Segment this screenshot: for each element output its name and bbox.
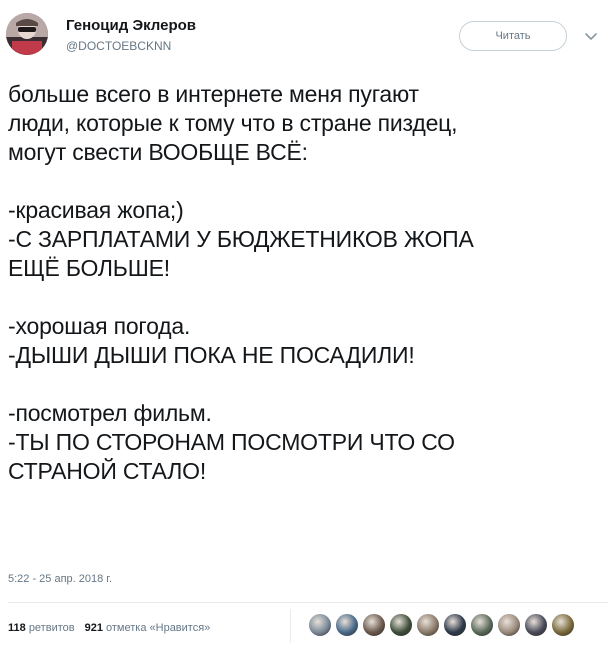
likes-stat[interactable]: 921 отметка «Нравится» <box>85 622 211 634</box>
follow-button[interactable]: Читать <box>459 21 567 51</box>
tweet-line: СТРАНОЙ СТАЛО! <box>8 458 207 484</box>
tweet-line: -посмотрел фильм. <box>8 400 212 426</box>
stats-divider <box>290 609 291 643</box>
liker-avatar[interactable] <box>497 613 521 637</box>
chevron-down-icon[interactable] <box>580 26 602 48</box>
tweet-line: -ДЫШИ ДЫШИ ПОКА НЕ ПОСАДИЛИ! <box>8 342 415 368</box>
liker-avatar[interactable] <box>416 613 440 637</box>
avatar[interactable] <box>6 13 48 55</box>
liker-avatar[interactable] <box>308 613 332 637</box>
tweet-line: могут свести ВООБЩЕ ВСЁ: <box>8 139 308 165</box>
tweet-line: -С ЗАРПЛАТАМИ У БЮДЖЕТНИКОВ ЖОПА <box>8 226 474 252</box>
tweet-line: -ТЫ ПО СТОРОНАМ ПОСМОТРИ ЧТО СО <box>8 429 455 455</box>
likes-label: отметка «Нравится» <box>106 622 211 634</box>
liker-avatar[interactable] <box>389 613 413 637</box>
tweet-stats: 118 ретвитов 921 отметка «Нравится» <box>8 622 210 634</box>
tweet-line-gap <box>8 167 614 196</box>
tweet-text: больше всего в интернете меня пугают люд… <box>8 80 614 486</box>
likes-count: 921 <box>84 622 103 634</box>
liker-avatar[interactable] <box>524 613 548 637</box>
liker-avatar[interactable] <box>335 613 359 637</box>
author-name[interactable]: Геноцид Эклеров <box>66 17 196 34</box>
divider <box>8 602 608 603</box>
liker-avatar[interactable] <box>443 613 467 637</box>
tweet-card: Геноцид Эклеров @DOCTOEBCKNN Читать боль… <box>0 0 616 650</box>
tweet-line: больше всего в интернете меня пугают <box>8 81 419 107</box>
avatar-image <box>6 13 48 55</box>
tweet-line-gap <box>8 283 614 312</box>
tweet-line: -хорошая погода. <box>8 313 191 339</box>
retweets-label: ретвитов <box>28 622 75 634</box>
tweet-line-gap <box>8 370 614 399</box>
liker-avatar[interactable] <box>362 613 386 637</box>
author-handle[interactable]: @DOCTOEBCKNN <box>66 39 171 53</box>
retweets-stat[interactable]: 118 ретвитов <box>8 622 75 634</box>
tweet-timestamp[interactable]: 5:22 - 25 апр. 2018 г. <box>8 573 112 585</box>
retweets-count: 118 <box>8 622 26 634</box>
tweet-header: Геноцид Эклеров @DOCTOEBCKNN Читать <box>0 0 616 72</box>
liker-avatar[interactable] <box>551 613 575 637</box>
tweet-line: люди, которые к тому что в стране пиздец… <box>8 110 458 136</box>
tweet-line: -красивая жопа;) <box>8 197 184 223</box>
liker-avatar[interactable] <box>470 613 494 637</box>
tweet-line: ЕЩЁ БОЛЬШЕ! <box>8 255 170 281</box>
